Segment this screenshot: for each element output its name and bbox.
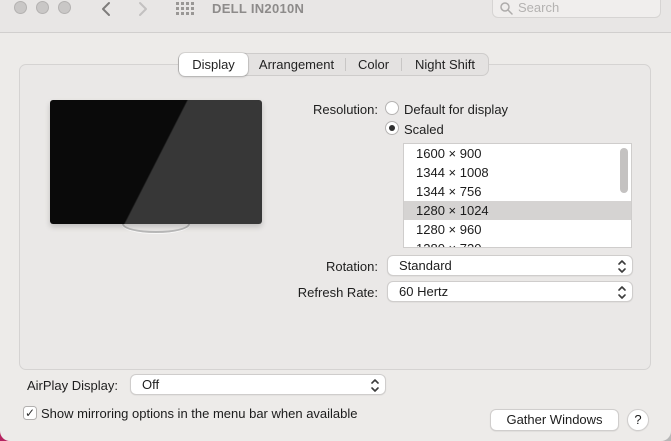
search-icon xyxy=(500,2,513,15)
close-window-icon[interactable] xyxy=(14,1,27,14)
airplay-value: Off xyxy=(142,377,159,392)
tab-color[interactable]: Color xyxy=(346,54,401,75)
airplay-display-dropdown[interactable]: Off xyxy=(130,374,386,395)
grid-of-dots-icon xyxy=(176,2,195,16)
radio-scaled-label[interactable]: Scaled xyxy=(404,122,444,137)
window-title: DELL IN2010N xyxy=(212,0,304,17)
chevron-left-icon xyxy=(99,1,115,17)
radio-default-label[interactable]: Default for display xyxy=(404,102,508,117)
title-bar: DELL IN2010N Search xyxy=(0,0,671,33)
zoom-window-icon[interactable] xyxy=(58,1,71,14)
search-placeholder: Search xyxy=(518,0,559,16)
resolution-list-item-selected[interactable]: 1280 × 1024 xyxy=(404,201,631,220)
minimize-window-icon[interactable] xyxy=(36,1,49,14)
show-all-preferences-button[interactable] xyxy=(176,2,195,21)
checkmark-icon: ✓ xyxy=(25,406,35,420)
system-preferences-window: DELL IN2010N Search Display Arrangement … xyxy=(0,0,671,441)
rotation-label: Rotation: xyxy=(268,259,378,274)
stepper-chevrons-icon xyxy=(370,377,380,399)
scrollbar-thumb[interactable] xyxy=(620,148,628,193)
rotation-value: Standard xyxy=(399,258,452,273)
monitor-preview-image xyxy=(50,100,262,224)
help-button[interactable]: ? xyxy=(627,409,649,431)
stepper-chevrons-icon xyxy=(617,258,627,280)
stepper-chevrons-icon xyxy=(617,284,627,306)
resolution-list: 1600 × 900 1344 × 1008 1344 × 756 1280 ×… xyxy=(403,143,632,248)
refresh-rate-dropdown[interactable]: 60 Hertz xyxy=(387,281,633,302)
tab-bar: Display Arrangement Color Night Shift xyxy=(178,53,489,76)
resolution-list-item[interactable]: 1280 × 960 xyxy=(404,220,631,239)
radio-default-for-display[interactable] xyxy=(385,101,399,115)
tab-night-shift[interactable]: Night Shift xyxy=(402,54,488,75)
resolution-list-item[interactable]: 1280 × 720 xyxy=(404,239,631,248)
resolution-list-item[interactable]: 1344 × 756 xyxy=(404,182,631,201)
refresh-rate-value: 60 Hertz xyxy=(399,284,448,299)
search-input[interactable]: Search xyxy=(492,0,661,18)
tab-display[interactable]: Display xyxy=(179,53,248,76)
rotation-dropdown[interactable]: Standard xyxy=(387,255,633,276)
airplay-display-label: AirPlay Display: xyxy=(8,378,118,393)
refresh-rate-label: Refresh Rate: xyxy=(268,285,378,300)
back-button[interactable] xyxy=(99,1,115,17)
resolution-list-item[interactable]: 1600 × 900 xyxy=(404,144,631,163)
show-mirroring-label[interactable]: Show mirroring options in the menu bar w… xyxy=(41,406,358,421)
chevron-right-icon xyxy=(134,1,150,17)
tab-arrangement[interactable]: Arrangement xyxy=(248,54,345,75)
resolution-list-item[interactable]: 1344 × 1008 xyxy=(404,163,631,182)
radio-scaled[interactable] xyxy=(385,121,399,135)
resolution-label: Resolution: xyxy=(268,102,378,117)
gather-windows-button[interactable]: Gather Windows xyxy=(490,409,619,431)
show-mirroring-checkbox[interactable]: ✓ xyxy=(23,406,37,420)
forward-button[interactable] xyxy=(134,1,150,17)
